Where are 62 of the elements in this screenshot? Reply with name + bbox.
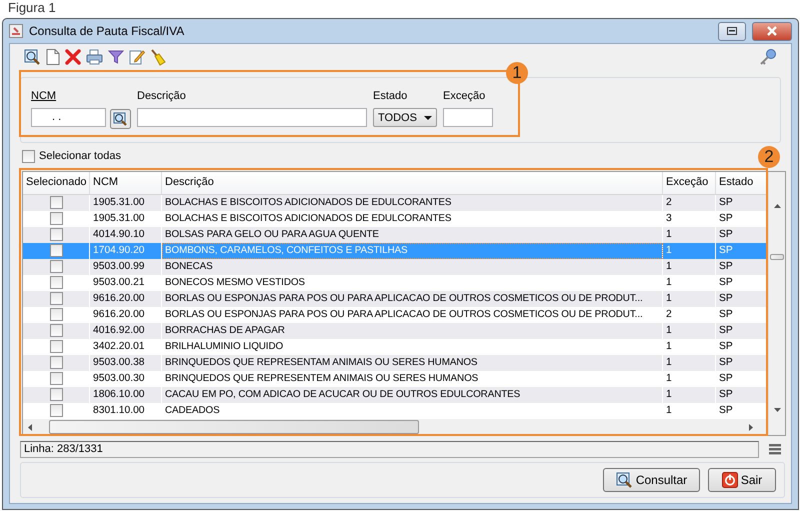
table-row[interactable]: 1806.10.00 CACAU EM PO, COM ADICAO DE ACUCAR OU DE OUTROS EDULCORANTES 1 SP — [23, 387, 768, 403]
checkbox[interactable] — [50, 324, 62, 337]
input-field[interactable] — [137, 108, 367, 127]
field-label: Exceção — [443, 90, 486, 102]
input-field[interactable] — [443, 108, 493, 127]
exit-icon — [722, 472, 738, 488]
field-label: NCM — [31, 90, 58, 102]
key-icon[interactable] — [759, 48, 777, 66]
field-label: Estado — [373, 90, 408, 102]
scroll-down-icon[interactable] — [774, 408, 781, 412]
search-icon[interactable] — [24, 48, 41, 66]
checkbox[interactable] — [50, 292, 62, 305]
annotation-badge: 1 — [506, 62, 528, 84]
column-header[interactable]: Selecionado — [23, 172, 90, 194]
close-button[interactable] — [752, 22, 792, 40]
input-field[interactable]: . . — [31, 108, 106, 127]
column-header[interactable]: Descrição — [162, 172, 663, 194]
state-dropdown[interactable]: TODOS — [373, 108, 437, 127]
figure-caption: Figura 1 — [7, 0, 57, 17]
restore-button[interactable] — [718, 22, 746, 40]
table-row[interactable]: 9503.00.38 BRINQUEDOS QUE REPRESENTAM ANIMAIS OU SERES HUMANOS 1 SP — [23, 355, 768, 371]
search-icon — [616, 472, 633, 488]
column-header[interactable]: NCM — [90, 172, 162, 194]
menu-icon[interactable] — [769, 444, 781, 455]
table-row[interactable]: 9503.00.99 BONECAS 1 SP — [23, 259, 768, 275]
column-header[interactable]: Exceção — [663, 172, 716, 194]
search-button[interactable]: Consultar — [603, 468, 700, 492]
caret-icon — [424, 116, 432, 120]
filter-icon[interactable] — [108, 49, 124, 65]
annotation-badge: 2 — [758, 146, 780, 168]
scroll-up-icon[interactable] — [774, 204, 781, 208]
field-label: Descrição — [137, 90, 187, 102]
checkbox[interactable] — [50, 260, 62, 273]
table-row[interactable]: 4014.90.10 BOLSAS PARA GELO OU PARA AGUA QUENTE 1 SP — [23, 227, 768, 243]
checkbox[interactable] — [22, 150, 35, 162]
checkbox[interactable] — [50, 340, 62, 353]
checkbox[interactable] — [50, 308, 62, 321]
checkbox[interactable] — [50, 356, 62, 369]
edit-icon[interactable] — [129, 49, 145, 65]
checkbox[interactable] — [50, 212, 62, 225]
checkbox[interactable] — [50, 228, 62, 241]
search-icon[interactable] — [110, 109, 131, 129]
checkbox[interactable] — [50, 196, 62, 209]
status-bar: Linha: 283/1331 — [20, 441, 760, 458]
table-row[interactable]: 1905.31.00 BOLACHAS E BISCOITOS ADICIONADOS DE EDULCORANTES 2 SP — [23, 195, 768, 211]
table-row[interactable]: 9616.20.00 BORLAS OU ESPONJAS PARA POS OU PARA APLICACAO DE OUTROS COSMETICOS OU DE PRODUT... 1 SP — [23, 291, 768, 307]
checkbox-label[interactable]: Selecionar todas — [39, 150, 121, 162]
checkbox[interactable] — [50, 276, 62, 289]
exit-button[interactable]: Sair — [708, 468, 776, 492]
close-icon — [766, 26, 778, 36]
checkbox[interactable] — [50, 244, 62, 257]
checkbox[interactable] — [50, 372, 62, 385]
printer-icon[interactable] — [86, 49, 103, 65]
restore-icon — [727, 27, 737, 35]
checkbox[interactable] — [50, 388, 62, 401]
broom-icon[interactable] — [150, 48, 166, 66]
checkbox[interactable] — [50, 404, 62, 417]
window-title: Consulta de Pauta Fiscal/IVA — [29, 24, 186, 38]
table-row[interactable]: 4016.92.00 BORRACHAS DE APAGAR 1 SP — [23, 323, 768, 339]
new-document-icon[interactable] — [46, 49, 60, 65]
app-icon — [9, 24, 23, 38]
delete-icon[interactable] — [65, 49, 81, 65]
